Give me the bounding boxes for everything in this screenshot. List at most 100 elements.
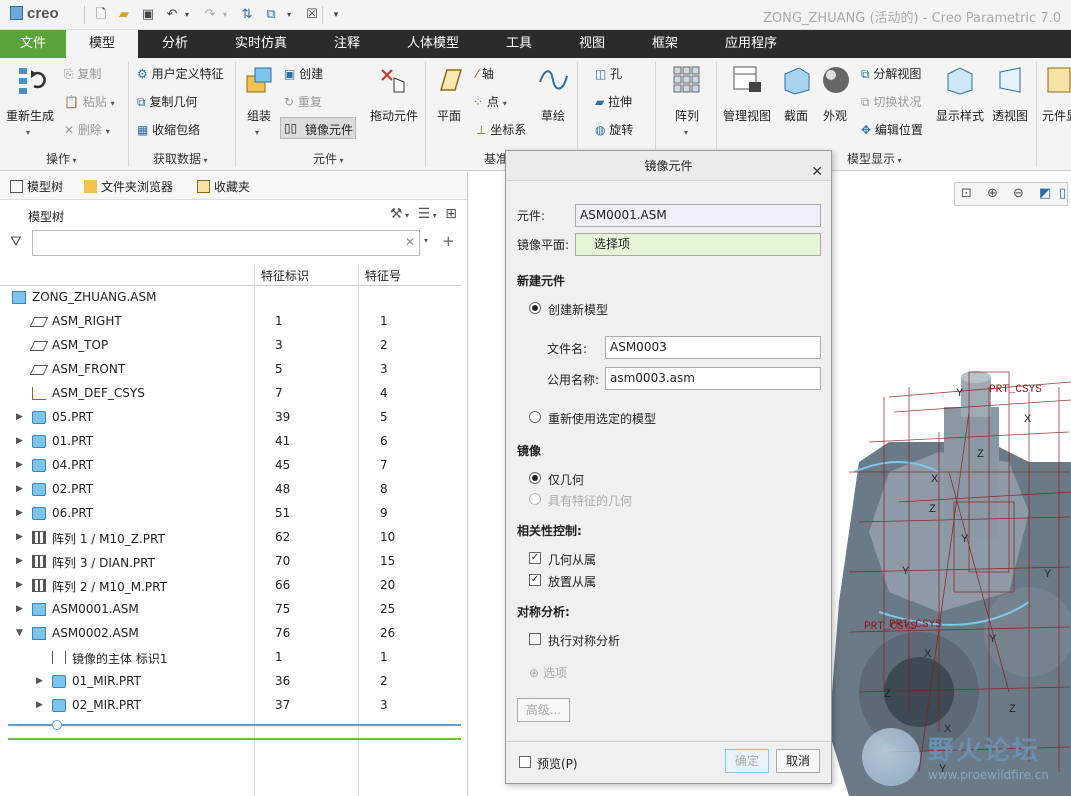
preview-label[interactable]: 预览(P) [537,755,578,772]
expand-arrow-icon[interactable]: ▶ [16,484,26,494]
save-icon[interactable]: ▣ [139,6,157,24]
tree-row[interactable]: ASM_RIGHT 1 1 [0,310,461,334]
tab-tools[interactable]: 工具 [484,30,554,58]
expand-arrow-icon[interactable]: ▶ [16,604,26,614]
tab-framework[interactable]: 框架 [632,30,698,58]
create-new-model-label[interactable]: 创建新模型 [548,301,608,318]
zoom-out-icon[interactable]: ⊖ [1013,186,1024,201]
toggle-status-button[interactable]: ⧉ 切换状况 [861,93,921,110]
tab-view[interactable]: 视图 [558,30,626,58]
new-file-icon[interactable]: 🗋 [92,6,110,24]
placement-dependent-checkbox[interactable]: ✓ [529,574,541,586]
tree-settings-icon[interactable]: ⚒ [390,206,403,222]
revolve-button[interactable]: ◍ 旋转 [595,121,633,138]
reuse-model-radio[interactable] [529,411,541,423]
tab-favorites[interactable]: 收藏夹 [197,178,250,195]
drag-component-label[interactable]: 拖动元件 [370,107,418,124]
collapse-arrow-icon[interactable]: ▼ [16,628,26,638]
create-component-button[interactable]: ▣ 创建 [284,65,323,82]
tree-row[interactable]: ASM_DEF_CSYS 7 4 [0,382,461,406]
regenerate-quick-icon[interactable]: ⇅ [238,6,256,24]
mirror-component-button[interactable]: ▯▯ 镜像元件 [280,117,356,139]
tree-row[interactable]: ▶ 阵列 2 / M10_M.PRT 66 20 [0,574,461,598]
assemble-icon[interactable] [243,64,275,96]
open-folder-icon[interactable]: ▰ [115,6,133,24]
regenerate-dropdown-icon[interactable]: ▾ [26,124,30,138]
delete-button[interactable]: ✕ 删除 ▾ [64,121,110,138]
group-get-data[interactable]: 获取数据 ▾ [153,150,208,167]
tree-horizontal-scrollbar[interactable] [8,724,461,726]
group-operations[interactable]: 操作 ▾ [46,150,77,167]
tree-row[interactable]: ▶ 01_MIR.PRT 36 2 [0,670,461,694]
customize-toolbar-icon[interactable]: ▾ [327,6,345,24]
udf-button[interactable]: ⚙ 用户定义特征 [137,65,224,82]
zoom-in-icon[interactable]: ⊕ [987,186,998,201]
tree-row[interactable]: ▶ 04.PRT 45 7 [0,454,461,478]
tree-row[interactable]: ▶ 05.PRT 39 5 [0,406,461,430]
geometry-with-features-radio[interactable] [529,493,541,505]
appearance-icon[interactable] [820,64,852,96]
expand-arrow-icon[interactable]: ▶ [16,556,26,566]
component-display-label[interactable]: 元件显 [1042,107,1071,124]
point-button[interactable]: ⁘ 点 ▾ [473,93,507,110]
plane-icon[interactable] [433,64,465,96]
manage-views-label[interactable]: 管理视图 [723,107,771,124]
preview-checkbox[interactable] [519,756,531,768]
refit-icon[interactable]: ⊡ [961,186,972,201]
run-symmetry-checkbox[interactable] [529,633,541,645]
repaint-icon[interactable]: ◩ [1039,186,1051,201]
display-style-icon[interactable] [944,64,976,96]
assemble-dropdown-icon[interactable]: ▾ [255,124,259,138]
saved-orientations-icon[interactable]: ▯ [1059,186,1066,201]
section-icon[interactable] [781,64,813,96]
geometry-with-features-label[interactable]: 具有特征的几何 [548,492,632,509]
dialog-title-bar[interactable]: 镜像元件 ✕ [506,151,831,181]
tree-row[interactable]: ▶ 02.PRT 48 8 [0,478,461,502]
group-model-display[interactable]: 模型显示 ▾ [847,150,902,167]
tree-row[interactable]: ZONG_ZHUANG.ASM [0,286,461,310]
tab-folder-browser[interactable]: 文件夹浏览器 [84,178,173,195]
tree-row[interactable]: ▼ ASM0002.ASM 76 26 [0,622,461,646]
appearance-label[interactable]: 外观 [823,107,847,124]
run-symmetry-label[interactable]: 执行对称分析 [548,632,620,649]
manage-views-icon[interactable] [731,64,763,96]
tree-row[interactable]: 镜像的主体 标识1 1 1 [0,646,461,670]
explode-view-button[interactable]: ⧉ 分解视图 [861,65,921,82]
create-new-model-radio[interactable] [529,302,541,314]
perspective-label[interactable]: 透视图 [992,107,1028,124]
tree-row[interactable]: ▶ 02_MIR.PRT 37 3 [0,694,461,718]
tree-row[interactable]: ▶ 阵列 3 / DIAN.PRT 70 15 [0,550,461,574]
group-component[interactable]: 元件 ▾ [313,150,344,167]
tree-scrollbar-thumb[interactable] [52,720,62,730]
expand-arrow-icon[interactable]: ▶ [16,532,26,542]
pattern-label[interactable]: 阵列 [675,107,699,124]
windows-icon[interactable]: ⧉ [262,6,280,24]
tree-row[interactable]: ASM_FRONT 5 3 [0,358,461,382]
tab-analysis[interactable]: 分析 [140,30,210,58]
expand-arrow-icon[interactable]: ▶ [16,412,26,422]
tab-file[interactable]: 文件 [0,30,66,58]
expand-arrow-icon[interactable]: ▶ [16,436,26,446]
drag-component-icon[interactable] [378,64,410,96]
hole-button[interactable]: ◫ 孔 [595,65,622,82]
regenerate-icon[interactable] [16,64,48,96]
expand-arrow-icon[interactable]: ▶ [16,580,26,590]
insert-indicator[interactable] [8,738,461,740]
pattern-dropdown-icon[interactable]: ▾ [684,124,688,138]
close-icon[interactable]: ✕ [811,157,823,187]
redo-dropdown-icon[interactable]: ▾ [216,6,234,24]
search-dropdown-icon[interactable]: ▾ [424,236,428,245]
common-name-input[interactable]: asm0003.asm [605,367,821,390]
extrude-button[interactable]: ▰ 拉伸 [595,93,632,110]
component-display-icon[interactable] [1044,64,1071,96]
assemble-label[interactable]: 组装 [247,107,271,124]
geometry-only-label[interactable]: 仅几何 [548,471,584,488]
tree-search-input[interactable]: ✕ [32,230,420,256]
tab-model[interactable]: 模型 [66,30,138,58]
shrinkwrap-button[interactable]: ▦ 收缩包络 [137,121,200,138]
plane-label[interactable]: 平面 [437,107,461,124]
undo-dropdown-icon[interactable]: ▾ [178,6,196,24]
expand-arrow-icon[interactable]: ▶ [16,508,26,518]
reuse-model-label[interactable]: 重新使用选定的模型 [548,410,656,427]
tree-row[interactable]: ▶ ASM0001.ASM 75 25 [0,598,461,622]
